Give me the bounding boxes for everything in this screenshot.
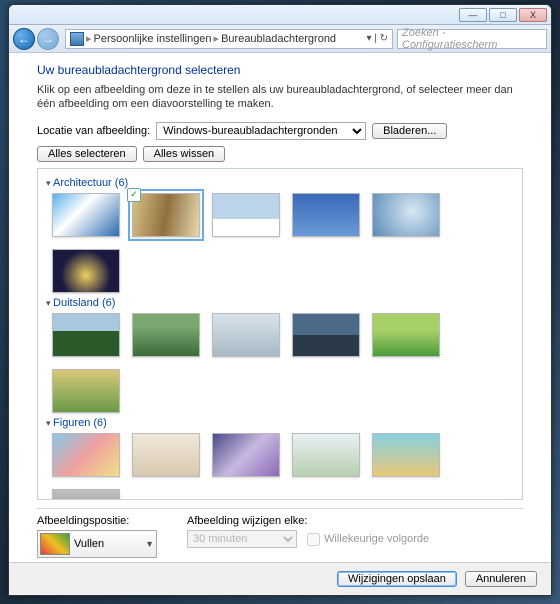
wallpaper-thumbnail[interactable]	[372, 313, 440, 357]
nav-forward-button[interactable]: →	[37, 28, 59, 50]
wallpaper-thumbnail[interactable]	[52, 249, 120, 293]
chevron-down-icon: ▼	[145, 539, 154, 549]
thumbnail-row	[46, 433, 514, 500]
content-pane: Uw bureaubladachtergrond selecteren Klik…	[9, 53, 551, 562]
window-titlebar: — □ X	[9, 5, 551, 25]
wallpaper-thumbnail[interactable]	[52, 369, 120, 413]
category-group: Architectuur (6)	[46, 177, 514, 293]
wallpaper-thumbnail[interactable]	[372, 193, 440, 237]
cancel-button[interactable]: Annuleren	[465, 571, 537, 587]
position-value: Vullen	[74, 538, 104, 550]
page-subtitle: Klik op een afbeelding om deze in te ste…	[37, 83, 523, 112]
wallpaper-thumbnail[interactable]	[132, 193, 200, 237]
wallpaper-thumbnail[interactable]	[132, 313, 200, 357]
wallpaper-thumbnail[interactable]	[212, 313, 280, 357]
wallpaper-gallery[interactable]: Architectuur (6) Duitsland (6) Figuren (6)	[37, 168, 523, 500]
wallpaper-thumbnail[interactable]	[372, 433, 440, 477]
position-label: Afbeeldingspositie:	[37, 515, 157, 527]
browse-button[interactable]: Bladeren...	[372, 123, 447, 139]
clear-all-button[interactable]: Alles wissen	[143, 146, 226, 162]
bottom-panel: Afbeeldingspositie: Vullen ▼ Afbeelding …	[37, 508, 523, 558]
location-label: Locatie van afbeelding:	[37, 125, 150, 137]
refresh-icon[interactable]: ▾ | ↻	[366, 33, 388, 44]
interval-column: Afbeelding wijzigen elke: 30 minuten Wil…	[187, 515, 429, 558]
wallpaper-thumbnail[interactable]	[52, 489, 120, 500]
search-input[interactable]: Zoeken - Configuratiescherm	[397, 29, 547, 49]
wallpaper-thumbnail[interactable]	[132, 433, 200, 477]
category-group: Duitsland (6)	[46, 297, 514, 413]
category-header[interactable]: Figuren (6)	[46, 417, 514, 429]
wallpaper-thumbnail[interactable]	[52, 193, 120, 237]
category-header[interactable]: Architectuur (6)	[46, 177, 514, 189]
position-select[interactable]: Vullen ▼	[37, 530, 157, 558]
personalization-window: — □ X ← → ▸ Persoonlijke instellingen ▸ …	[8, 4, 552, 596]
minimize-button[interactable]: —	[459, 8, 487, 22]
breadcrumb-item-current[interactable]: Bureaubladachtergrond	[221, 33, 336, 45]
selection-buttons-row: Alles selecteren Alles wissen	[37, 146, 523, 162]
page-title: Uw bureaubladachtergrond selecteren	[37, 63, 523, 77]
save-changes-button[interactable]: Wijzigingen opslaan	[337, 571, 457, 587]
breadcrumb-item[interactable]: Persoonlijke instellingen	[94, 33, 212, 45]
interval-select[interactable]: 30 minuten	[187, 530, 297, 548]
breadcrumb-sep-icon: ▸	[86, 32, 92, 45]
wallpaper-thumbnail[interactable]	[52, 433, 120, 477]
control-panel-icon	[70, 32, 84, 46]
thumbnail-row	[46, 193, 514, 293]
location-row: Locatie van afbeelding: Windows-bureaubl…	[37, 122, 523, 140]
location-select[interactable]: Windows-bureaubladachtergronden	[156, 122, 366, 140]
breadcrumb-sep-icon: ▸	[214, 32, 220, 45]
wallpaper-thumbnail[interactable]	[292, 313, 360, 357]
shuffle-label: Willekeurige volgorde	[324, 533, 429, 545]
position-preview-icon	[40, 533, 70, 555]
change-interval-label: Afbeelding wijzigen elke:	[187, 515, 429, 527]
explorer-navbar: ← → ▸ Persoonlijke instellingen ▸ Bureau…	[9, 25, 551, 53]
shuffle-checkbox-input[interactable]	[307, 533, 320, 546]
category-header[interactable]: Duitsland (6)	[46, 297, 514, 309]
thumbnail-row	[46, 313, 514, 413]
wallpaper-thumbnail[interactable]	[52, 313, 120, 357]
close-button[interactable]: X	[519, 8, 547, 22]
dialog-footer: Wijzigingen opslaan Annuleren	[9, 562, 551, 595]
category-group: Figuren (6)	[46, 417, 514, 500]
shuffle-checkbox[interactable]: Willekeurige volgorde	[307, 533, 429, 546]
nav-back-button[interactable]: ←	[13, 28, 35, 50]
wallpaper-thumbnail[interactable]	[292, 433, 360, 477]
wallpaper-thumbnail[interactable]	[292, 193, 360, 237]
wallpaper-thumbnail[interactable]	[212, 193, 280, 237]
select-all-button[interactable]: Alles selecteren	[37, 146, 137, 162]
position-column: Afbeeldingspositie: Vullen ▼	[37, 515, 157, 558]
wallpaper-thumbnail[interactable]	[212, 433, 280, 477]
maximize-button[interactable]: □	[489, 8, 517, 22]
breadcrumb-bar[interactable]: ▸ Persoonlijke instellingen ▸ Bureaublad…	[65, 29, 393, 49]
